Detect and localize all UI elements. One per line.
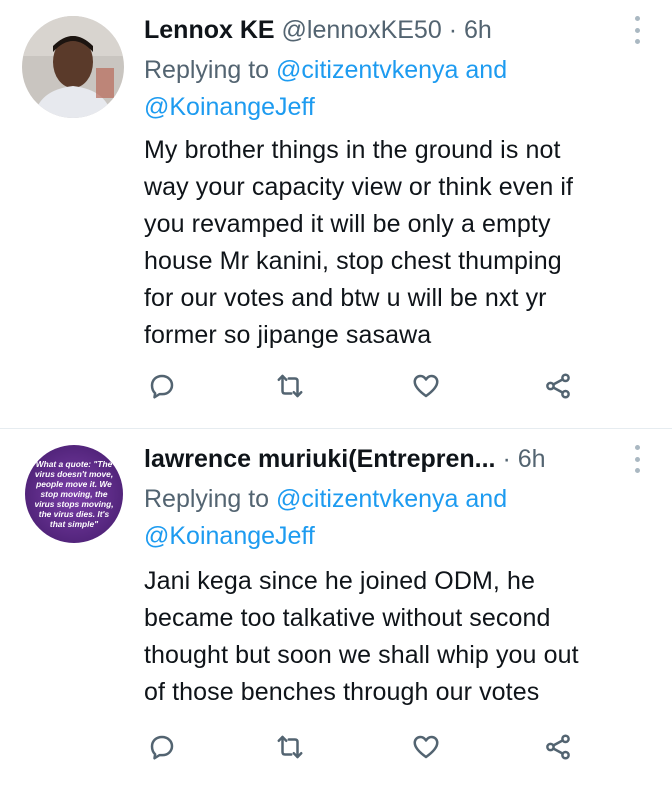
tweet-header: Lennox KE @lennoxKE50 · 6h [144,12,622,48]
avatar-quote-line: virus doesn't move, [35,469,113,479]
avatar-quote-line: virus stops moving, [34,499,113,509]
tweet-text-line: former so jipange sasawa [144,321,432,349]
more-icon[interactable] [632,16,642,44]
share-icon[interactable] [540,368,576,404]
tweet-header: lawrence muriuki(Entrepren... · 6h [144,441,622,477]
reply-icon[interactable] [144,729,180,765]
separator-dot: · [448,16,458,44]
tweet-text: My brother things in the ground is not w… [144,132,654,354]
avatar-photo [22,16,124,118]
action-bar [144,368,584,408]
mention-link[interactable]: @citizentvkenya [276,485,458,513]
action-bar [144,729,584,769]
more-icon[interactable] [632,445,642,473]
mention-link[interactable]: @KoinangeJeff [144,93,315,121]
avatar-quote-line: the virus dies. It's [39,509,110,519]
tweet[interactable]: What a quote: "The virus doesn't move, p… [0,429,672,785]
tweet-text-line: you revamped it will be only a empty [144,210,551,238]
timestamp[interactable]: 6h [464,16,492,44]
share-icon[interactable] [540,729,576,765]
replying-prefix: Replying to [144,485,277,513]
avatar-quote-line: What a quote: "The [36,459,113,469]
display-name[interactable]: Lennox KE [144,16,275,44]
user-handle[interactable]: @lennoxKE50 [282,16,442,44]
tweet-text-line: house Mr kanini, stop chest thumping [144,247,562,275]
replying-to: Replying to @citizentvkenya and @Koinang… [144,481,624,555]
tweet-text-line: became too talkative without second [144,604,551,632]
like-icon[interactable] [408,368,444,404]
mention-joiner[interactable]: and [458,56,507,84]
reply-icon[interactable] [144,368,180,404]
replying-to: Replying to @citizentvkenya and @Koinang… [144,52,624,126]
retweet-icon[interactable] [272,729,308,765]
mention-joiner[interactable]: and [458,485,507,513]
tweet-text-line: for our votes and btw u will be nxt yr [144,284,547,312]
tweet[interactable]: Lennox KE @lennoxKE50 · 6h Replying to @… [0,0,672,429]
tweet-text-line: thought but soon we shall whip you out [144,641,579,669]
like-icon[interactable] [408,729,444,765]
retweet-icon[interactable] [272,368,308,404]
avatar-quote-line: that simple" [50,519,99,529]
avatar[interactable]: What a quote: "The virus doesn't move, p… [25,445,123,543]
mention-link[interactable]: @citizentvkenya [276,56,458,84]
display-name[interactable]: lawrence muriuki(Entrepren... [144,445,496,473]
avatar-quote-image: What a quote: "The virus doesn't move, p… [25,445,123,543]
replying-prefix: Replying to [144,56,277,84]
tweet-text-line: way your capacity view or think even if [144,173,574,201]
timestamp[interactable]: 6h [518,445,546,473]
tweet-text: Jani kega since he joined ODM, he became… [144,563,654,711]
mention-link[interactable]: @KoinangeJeff [144,522,315,550]
avatar-quote-line: stop moving, the [41,489,108,499]
tweet-text-line: of those benches through our votes [144,678,540,706]
separator-dot: · [502,445,511,473]
avatar[interactable] [22,16,124,118]
tweet-text-line: Jani kega since he joined ODM, he [144,567,536,595]
avatar-quote-line: people move it. We [35,479,112,489]
tweet-text-line: My brother things in the ground is not [144,136,561,164]
